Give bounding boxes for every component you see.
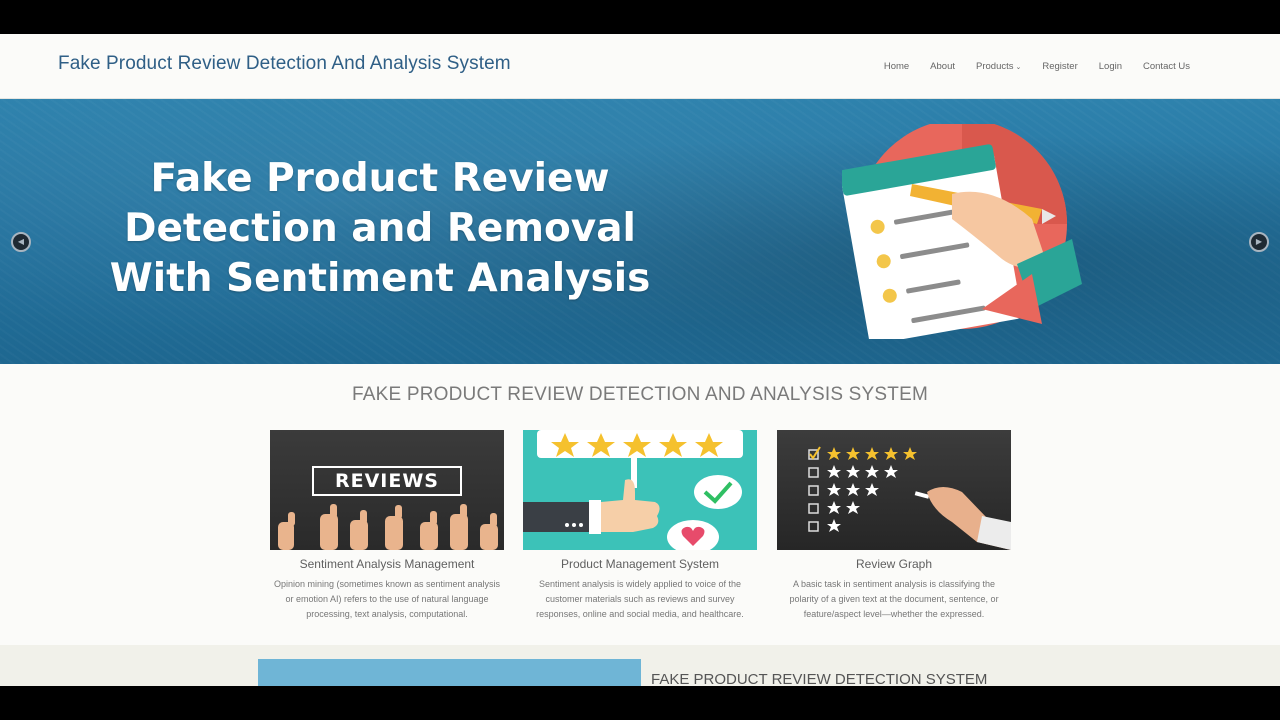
card-description: Opinion mining (sometimes known as senti… bbox=[273, 579, 501, 619]
nav-contact[interactable]: Contact Us bbox=[1143, 61, 1190, 72]
nav-products-label: Products bbox=[976, 61, 1014, 72]
nav-login[interactable]: Login bbox=[1099, 61, 1122, 72]
hero-title-line: With Sentiment Analysis bbox=[109, 256, 651, 301]
slider-prev-button[interactable]: ◀ bbox=[11, 232, 31, 252]
bottom-section-image bbox=[258, 659, 641, 686]
card-description: A basic task in sentiment analysis is cl… bbox=[789, 579, 999, 619]
chevron-left-icon: ◀ bbox=[17, 237, 25, 246]
card-description: Sentiment analysis is widely applied to … bbox=[536, 579, 744, 619]
section-title: FAKE PRODUCT REVIEW DETECTION AND ANALYS… bbox=[351, 384, 929, 405]
hero-slider: Fake Product Review Detection and Remova… bbox=[0, 99, 1280, 364]
feature-card: Product Management System Sentiment anal… bbox=[523, 430, 757, 621]
chevron-down-icon: ⌄ bbox=[1015, 64, 1022, 71]
hero-title-line: Detection and Removal bbox=[124, 206, 636, 251]
card-image-rating-checklist[interactable] bbox=[777, 430, 1011, 550]
video-letterbox-bottom bbox=[0, 686, 1280, 720]
slider-next-button[interactable]: ▶ bbox=[1249, 232, 1269, 252]
checklist-illustration bbox=[842, 124, 1082, 339]
site-brand[interactable]: Fake Product Review Detection And Analys… bbox=[58, 53, 511, 75]
bottom-section: FAKE PRODUCT REVIEW DETECTION SYSTEM bbox=[0, 645, 1280, 686]
five-star-rating-icon bbox=[523, 430, 743, 550]
star-checklist-icon bbox=[808, 446, 1011, 550]
card-title[interactable]: Product Management System bbox=[523, 557, 757, 571]
nav-products[interactable]: Products ⌄ bbox=[976, 61, 1021, 72]
card-title[interactable]: Sentiment Analysis Management bbox=[270, 557, 504, 571]
feature-card: Review Graph A basic task in sentiment a… bbox=[777, 430, 1011, 621]
hero-title-line: Fake Product Review bbox=[150, 156, 610, 201]
hero-title: Fake Product Review Detection and Remova… bbox=[80, 154, 680, 304]
chevron-right-icon: ▶ bbox=[1255, 237, 1263, 246]
main-nav: Home About Products ⌄ Register Login Cont… bbox=[884, 61, 1190, 72]
card-image-rating[interactable] bbox=[523, 430, 757, 550]
card-image-reviews[interactable]: REVIEWS bbox=[270, 430, 504, 550]
nav-home[interactable]: Home bbox=[884, 61, 909, 72]
web-page: Fake Product Review Detection And Analys… bbox=[0, 34, 1280, 686]
feature-card: REVIEWS Sentiment Analysis Management Op… bbox=[270, 430, 504, 621]
bottom-section-title: FAKE PRODUCT REVIEW DETECTION SYSTEM bbox=[651, 671, 988, 686]
card-title[interactable]: Review Graph bbox=[777, 557, 1011, 571]
thumbs-up-hands-icon bbox=[278, 504, 498, 550]
nav-register[interactable]: Register bbox=[1042, 61, 1077, 72]
reviews-sign: REVIEWS bbox=[312, 466, 462, 496]
site-header: Fake Product Review Detection And Analys… bbox=[0, 34, 1280, 99]
nav-about[interactable]: About bbox=[930, 61, 955, 72]
video-letterbox-top bbox=[0, 0, 1280, 34]
